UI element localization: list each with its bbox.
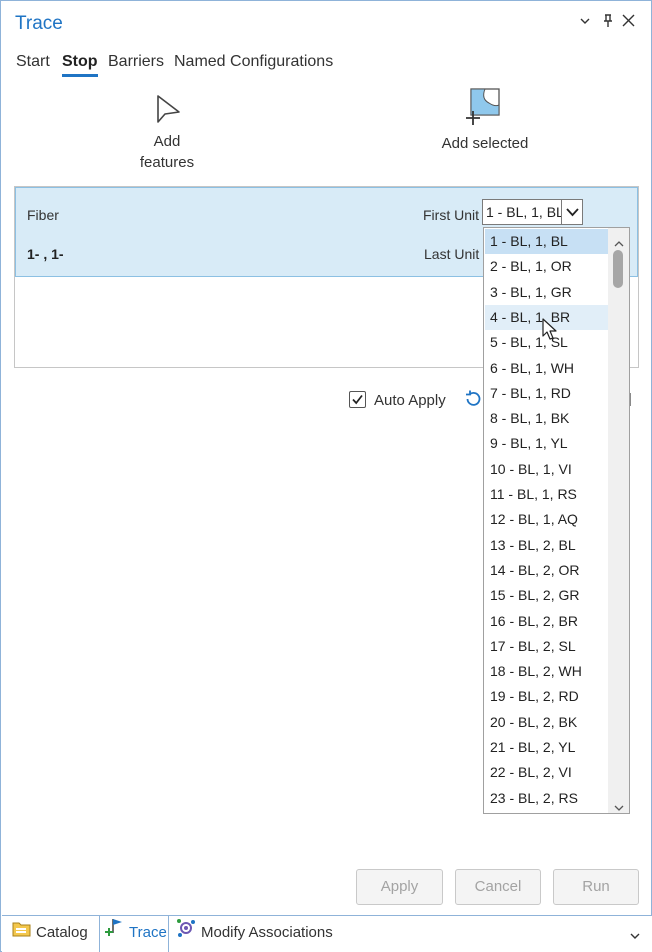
close-icon[interactable] [622, 14, 635, 30]
dock-tabs-overflow-icon[interactable] [629, 928, 641, 946]
unit-option[interactable]: 3 - BL, 1, GR [485, 280, 608, 305]
unit-option[interactable]: 1 - BL, 1, BL [485, 229, 608, 254]
add-features-button[interactable]: Add features [121, 91, 213, 173]
unit-option[interactable]: 9 - BL, 1, YL [485, 431, 608, 456]
unit-option[interactable]: 8 - BL, 1, BK [485, 406, 608, 431]
unit-option[interactable]: 23 - BL, 2, RS [485, 786, 608, 811]
unit-option[interactable]: 11 - BL, 1, RS [485, 482, 608, 507]
trace-flag-icon [104, 916, 126, 950]
run-button[interactable]: Run [553, 869, 639, 905]
apply-button[interactable]: Apply [356, 869, 443, 905]
pane-options-icon[interactable] [579, 14, 591, 30]
unit-option[interactable]: 20 - BL, 2, BK [485, 710, 608, 735]
unit-option[interactable]: 18 - BL, 2, WH [485, 659, 608, 684]
unit-option[interactable]: 13 - BL, 2, BL [485, 533, 608, 558]
unit-option[interactable]: 6 - BL, 1, WH [485, 356, 608, 381]
dock-tab-modify-associations[interactable]: Modify Associations [176, 916, 333, 952]
add-features-label-1: Add [153, 133, 181, 150]
feature-layer-name: Fiber [27, 207, 59, 223]
unit-option[interactable]: 17 - BL, 2, SL [485, 634, 608, 659]
add-features-label-2: features [139, 154, 195, 171]
unit-option[interactable]: 7 - BL, 1, RD [485, 381, 608, 406]
cancel-button[interactable]: Cancel [455, 869, 541, 905]
add-selected-button[interactable]: Add selected [431, 87, 539, 154]
scroll-thumb[interactable] [613, 250, 623, 288]
dock-tab-trace-label: Trace [129, 924, 167, 941]
mouse-pointer-icon [542, 318, 558, 347]
unit-option[interactable]: 10 - BL, 1, VI [485, 457, 608, 482]
tab-stop[interactable]: Stop [62, 53, 98, 77]
first-unit-options-list: 1 - BL, 1, BL 2 - BL, 1, OR 3 - BL, 1, GR 4… [483, 227, 630, 814]
last-unit-label: Last Unit [424, 246, 480, 262]
cursor-arrow-icon [121, 91, 213, 131]
dock-tab-catalog-label: Catalog [36, 924, 88, 941]
auto-apply-checkbox[interactable] [349, 391, 366, 408]
first-unit-dropdown[interactable]: 1 - BL, 1, BL [482, 199, 583, 225]
options-scrollbar[interactable] [608, 228, 629, 813]
unit-option[interactable]: 16 - BL, 2, BR [485, 609, 608, 634]
unit-option[interactable]: 14 - BL, 2, OR [485, 558, 608, 583]
first-unit-label: First Unit [423, 207, 479, 223]
associations-icon [176, 917, 196, 950]
unit-option[interactable]: 12 - BL, 1, AQ [485, 507, 608, 532]
reset-icon[interactable] [463, 389, 483, 414]
chevron-down-icon[interactable] [561, 200, 582, 224]
auto-apply-label: Auto Apply [374, 392, 446, 409]
unit-option[interactable]: 21 - BL, 2, YL [485, 735, 608, 760]
tab-start[interactable]: Start [16, 53, 50, 71]
catalog-icon [12, 917, 32, 950]
tab-named-configurations[interactable]: Named Configurations [174, 53, 333, 71]
trace-pane: Trace Start Stop Barriers Named Configur… [0, 0, 652, 952]
scroll-down-icon[interactable] [614, 799, 624, 813]
pane-title: Trace [15, 13, 63, 34]
add-selected-icon [431, 87, 539, 133]
dock-tab-trace[interactable]: Trace [99, 916, 169, 952]
pin-icon[interactable] [602, 14, 614, 31]
feature-unit-summary: 1- , 1- [27, 246, 64, 262]
unit-option[interactable]: 22 - BL, 2, VI [485, 760, 608, 785]
dock-tab-catalog[interactable]: Catalog [12, 916, 88, 952]
first-unit-value: 1 - BL, 1, BL [486, 204, 562, 220]
unit-option[interactable]: 19 - BL, 2, RD [485, 684, 608, 709]
unit-option[interactable]: 2 - BL, 1, OR [485, 254, 608, 279]
add-selected-label: Add selected [441, 135, 529, 152]
tab-barriers[interactable]: Barriers [108, 53, 164, 71]
dock-tab-bar: Catalog Trace Modify Associations [2, 915, 652, 952]
dock-tab-modify-label: Modify Associations [201, 924, 333, 941]
unit-option[interactable]: 15 - BL, 2, GR [485, 583, 608, 608]
